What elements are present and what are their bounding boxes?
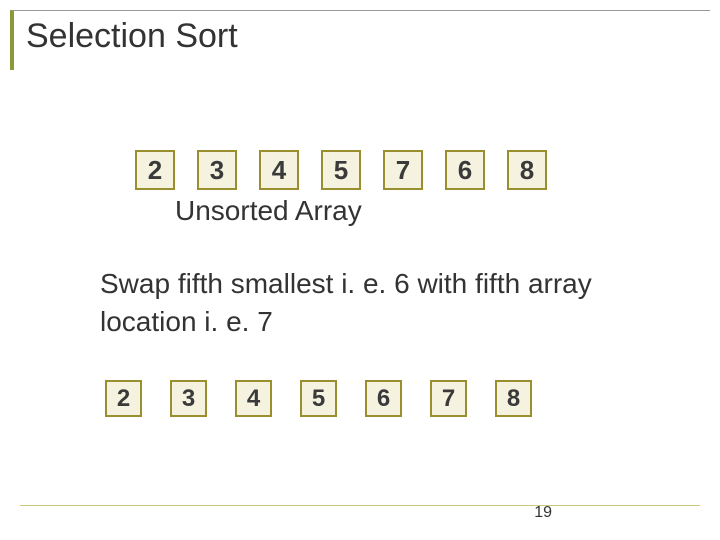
slide-title: Selection Sort bbox=[26, 11, 710, 56]
page-number: 19 bbox=[534, 504, 552, 522]
array-cell: 6 bbox=[445, 150, 485, 190]
array-cell: 5 bbox=[300, 380, 337, 417]
array-cell: 6 bbox=[365, 380, 402, 417]
array-bottom: 2 3 4 5 6 7 8 bbox=[105, 380, 532, 417]
array-cell: 3 bbox=[197, 150, 237, 190]
title-bar: Selection Sort bbox=[10, 10, 710, 70]
unsorted-array-label: Unsorted Array bbox=[175, 195, 362, 227]
divider-line bbox=[20, 505, 700, 506]
instruction-text: Swap fifth smallest i. e. 6 with fifth a… bbox=[100, 265, 660, 341]
array-cell: 4 bbox=[235, 380, 272, 417]
array-cell: 2 bbox=[105, 380, 142, 417]
array-cell: 4 bbox=[259, 150, 299, 190]
array-cell: 3 bbox=[170, 380, 207, 417]
array-cell: 8 bbox=[507, 150, 547, 190]
array-cell: 7 bbox=[430, 380, 467, 417]
array-cell: 8 bbox=[495, 380, 532, 417]
array-cell: 5 bbox=[321, 150, 361, 190]
array-cell: 2 bbox=[135, 150, 175, 190]
array-cell: 7 bbox=[383, 150, 423, 190]
array-top: 2 3 4 5 7 6 8 bbox=[135, 150, 547, 190]
